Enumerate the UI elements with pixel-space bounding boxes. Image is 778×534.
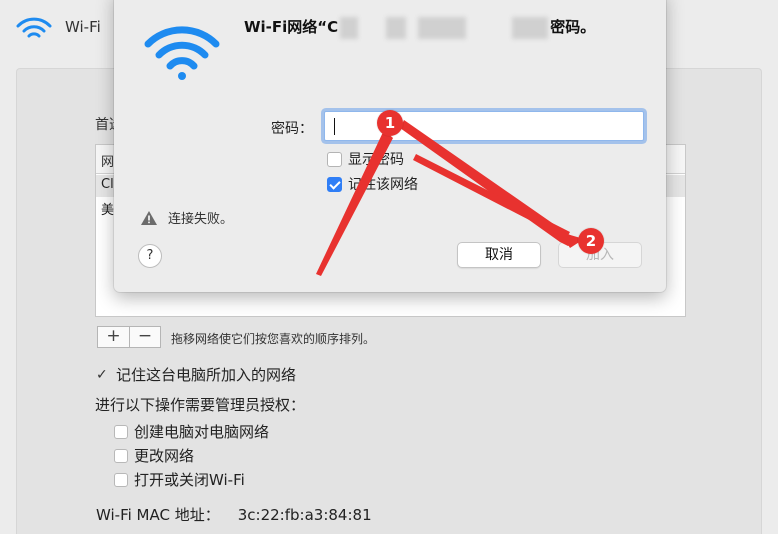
annotation-arrow-1	[316, 130, 393, 276]
annotation-badge-2: 2	[578, 228, 604, 254]
annotation-arrow-3	[413, 154, 570, 239]
annotation-badge-1: 1	[377, 110, 403, 136]
annotation-layer	[316, 120, 584, 276]
